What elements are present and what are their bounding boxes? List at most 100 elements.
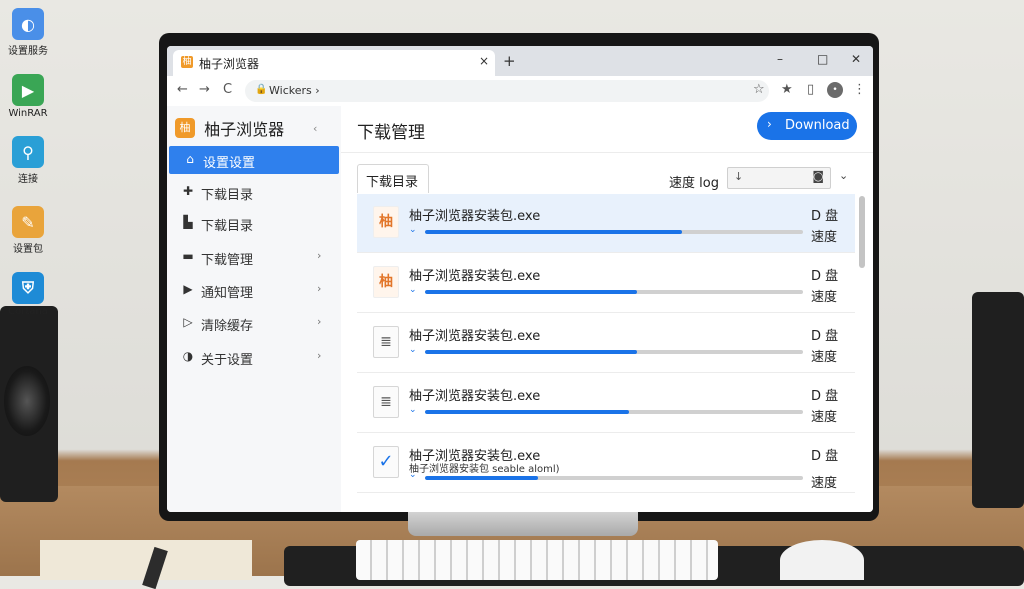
chevron-right-icon: › <box>317 349 322 362</box>
bookmarks-icon[interactable]: ★ <box>781 82 793 97</box>
browser-window: 柚 柚子浏览器 × + – □ ✕ ← → C 🔒 Wickers › ☆ ★ … <box>167 46 873 512</box>
speed-toggle-icon[interactable]: ◙ <box>812 169 824 183</box>
sidebar-item-settings[interactable]: ⌂ 设置设置 <box>169 146 339 174</box>
expand-chevron-icon[interactable]: ⌄ <box>409 345 417 355</box>
download-dir-add-icon: ✚ <box>182 184 194 198</box>
desktop-browser-shortcut-icon[interactable]: ◐ 设置服务 <box>4 8 52 57</box>
address-bar[interactable]: 🔒 Wickers › <box>245 80 769 102</box>
download-button-label: Download <box>785 118 850 133</box>
desktop-network-person-icon[interactable]: ⚲ 连接 <box>4 136 52 185</box>
bookmark-star-icon[interactable]: ☆ <box>753 82 765 97</box>
network-person-icon: ⚲ <box>12 136 44 168</box>
desktop-archive-app-icon[interactable]: ▶ WinRAR <box>4 74 52 119</box>
progress-track <box>425 230 803 234</box>
tab-close-icon[interactable]: × <box>479 54 489 68</box>
collapse-sidebar-icon[interactable]: ‹ <box>313 122 317 135</box>
tab-title: 柚子浏览器 <box>199 57 260 71</box>
download-location: D 盘 <box>811 329 839 344</box>
file-subtitle: 柚子浏览器安装包 seable aloml) <box>409 464 560 475</box>
maximize-button[interactable]: □ <box>817 52 828 66</box>
file-name: 柚子浏览器安装包.exe <box>409 329 541 344</box>
chevron-right-icon: › <box>317 315 322 328</box>
sidebar-item-notifications[interactable]: ▶ 通知管理 › <box>167 276 341 304</box>
sidebar-item-label: 设置设置 <box>203 156 256 171</box>
shield-app-icon: ⛨ <box>12 272 44 304</box>
left-speaker <box>0 306 58 502</box>
expand-chevron-icon[interactable]: ⌄ <box>409 470 417 480</box>
minimize-button[interactable]: – <box>777 52 783 66</box>
desktop-icon-label: 设置服务 <box>8 46 48 57</box>
desktop-shield-app-icon[interactable]: ⛨ Cortana <box>4 272 52 317</box>
expand-chevron-icon[interactable]: ⌄ <box>409 405 417 415</box>
archive-app-icon: ▶ <box>12 74 44 106</box>
new-tab-button[interactable]: + <box>503 52 516 70</box>
sidebar-item-label: 下载管理 <box>201 253 254 268</box>
brand-name: 柚子浏览器 <box>204 120 285 139</box>
progress-fill <box>425 290 637 294</box>
sidebar-item-download-dir-add[interactable]: ✚ 下载目录 <box>167 178 341 206</box>
browser-toolbar: ← → C 🔒 Wickers › ☆ ★ ▯ • ⋮ <box>167 76 873 107</box>
sidebar-item-download-manager[interactable]: ▬ 下载管理 › <box>167 243 341 271</box>
notifications-icon: ▶ <box>183 282 193 296</box>
download-list: 柚柚子浏览器安装包.exe ⌄ D 盘速度柚柚子浏览器安装包.exe ⌄ D 盘速度 ≣ 柚… <box>357 194 855 512</box>
sidebar-item-label: 关于设置 <box>201 353 254 368</box>
sidebar: 柚 柚子浏览器 ‹ ⌂ 设置设置 ✚ 下载目录 ▙ 下载目录 ▬ 下载管理 › ▶ 通知管理 › ▷ 清除… <box>167 106 342 512</box>
monitor-stand <box>408 510 638 536</box>
download-button[interactable]: › Download <box>757 112 857 140</box>
desktop-file-package-icon[interactable]: ✎ 设置包 <box>4 206 52 255</box>
tab-strip: 柚 柚子浏览器 × + – □ ✕ <box>167 46 873 76</box>
profile-avatar[interactable]: • <box>827 82 843 98</box>
browser-shortcut-icon: ◐ <box>12 8 44 40</box>
sidebar-item-download-dir[interactable]: ▙ 下载目录 <box>167 209 341 237</box>
tab-active[interactable]: 柚 柚子浏览器 × <box>173 50 495 76</box>
file-name: 柚子浏览器安装包.exe <box>409 209 541 224</box>
folder-tab-label: 下载目录 <box>366 175 419 190</box>
download-row[interactable]: 柚柚子浏览器安装包.exe ⌄ D 盘速度 <box>357 254 855 313</box>
speed-label: 速度 log <box>669 176 719 191</box>
progress-track <box>425 290 803 294</box>
expand-chevron-icon[interactable]: ⌄ <box>409 225 417 235</box>
sidebar-item-label: 清除缓存 <box>201 319 254 334</box>
menu-more-icon[interactable]: ⋮ <box>853 82 866 97</box>
download-row[interactable]: ≣ 柚子浏览器安装包.exe ⌄ D 盘速度 <box>357 374 855 433</box>
download-manager-icon: ▬ <box>182 249 194 263</box>
reload-icon[interactable]: C <box>223 82 232 97</box>
sidebar-item-about[interactable]: ◑ 关于设置 › <box>167 343 341 371</box>
reading-list-icon[interactable]: ▯ <box>807 82 814 97</box>
download-row[interactable]: 柚柚子浏览器安装包.exe ⌄ D 盘速度 <box>357 194 855 253</box>
sidebar-item-clear-cache[interactable]: ▷ 清除缓存 › <box>167 309 341 337</box>
tab-download-folder[interactable]: 下载目录 <box>357 164 429 193</box>
document-file-icon: ≣ <box>373 326 399 358</box>
mouse <box>780 540 864 580</box>
file-name: 柚子浏览器安装包.exe <box>409 269 541 284</box>
download-speed: 速度 <box>811 230 838 245</box>
about-icon: ◑ <box>182 349 194 363</box>
desktop-icon-label: Cortana <box>8 306 48 317</box>
sidebar-item-label: 下载目录 <box>201 219 254 234</box>
download-row[interactable]: ≣ 柚子浏览器安装包.exe ⌄ D 盘速度 <box>357 314 855 373</box>
brand: 柚 柚子浏览器 <box>175 116 284 140</box>
app-installer-icon: 柚 <box>373 206 399 238</box>
progress-fill <box>425 476 539 480</box>
close-window-button[interactable]: ✕ <box>851 52 861 66</box>
speed-limit-input[interactable]: ↓ ◙ <box>727 167 831 189</box>
progress-fill <box>425 350 637 354</box>
file-package-icon: ✎ <box>12 206 44 238</box>
back-icon[interactable]: ← <box>177 82 188 97</box>
right-speaker <box>972 292 1024 508</box>
tab-favicon-icon: 柚 <box>181 56 193 68</box>
list-scrollbar[interactable] <box>859 196 865 268</box>
address-text: Wickers › <box>269 84 320 97</box>
expand-chevron-icon[interactable]: ⌄ <box>409 285 417 295</box>
sidebar-item-label: 下载目录 <box>201 188 254 203</box>
chevron-right-icon: › <box>317 282 322 295</box>
chevron-right-icon: › <box>317 249 322 262</box>
download-location: D 盘 <box>811 269 839 284</box>
settings-icon: ⌂ <box>186 152 194 166</box>
download-row[interactable]: ✓ 柚子浏览器安装包.exe 柚子浏览器安装包 seable aloml) ⌄ D 盘速… <box>357 434 855 493</box>
download-dir-icon: ▙ <box>183 215 193 229</box>
header-divider <box>341 152 873 153</box>
speed-dropdown-icon[interactable]: ⌄ <box>839 169 848 182</box>
progress-track <box>425 476 803 480</box>
forward-icon[interactable]: → <box>199 82 210 97</box>
